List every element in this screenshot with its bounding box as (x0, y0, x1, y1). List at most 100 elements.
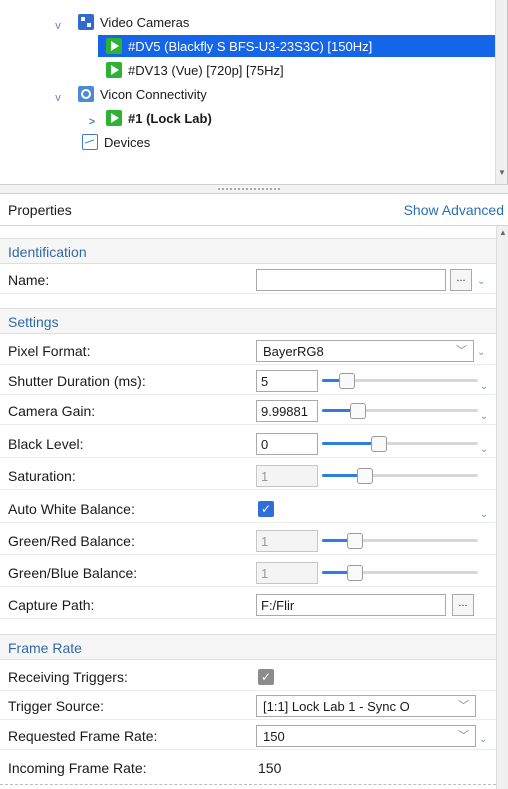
trigger-source-select[interactable]: [1:1] Lock Lab 1 - Sync O ﹀ (256, 695, 476, 717)
row-green-red-balance: Green/Red Balance: 1 (0, 527, 496, 555)
tree-scrollbar[interactable]: ▼ (495, 0, 507, 184)
receiving-triggers-checkbox: ✓ (258, 669, 274, 685)
connectivity-icon (78, 86, 94, 102)
slider-thumb[interactable] (339, 373, 355, 389)
camera-active-icon (106, 38, 122, 54)
section-title: Frame Rate (8, 640, 82, 656)
dropdown-arrow-icon: ﹀ (456, 697, 469, 713)
expand-chevron-icon[interactable]: v (52, 92, 64, 104)
video-cameras-icon (78, 14, 94, 30)
incoming-frame-rate-value: 150 (258, 760, 282, 776)
properties-header: Properties Show Advanced (0, 194, 508, 226)
row-auto-white-balance: Auto White Balance: ✓ ⌄ (0, 495, 496, 523)
slider-thumb[interactable] (371, 436, 387, 452)
reset-caret-icon[interactable]: ⌄ (480, 509, 488, 520)
section-settings[interactable]: Settings (0, 308, 496, 334)
row-requested-frame-rate: Requested Frame Rate: 150 ﹀ ⌄ (0, 722, 496, 750)
row-shutter-duration: Shutter Duration (ms): 5 ⌄ (0, 367, 496, 395)
green-red-balance-input: 1 (256, 530, 318, 552)
slider-thumb (347, 565, 363, 581)
row-green-blue-balance: Green/Blue Balance: 1 (0, 559, 496, 587)
select-value: [1:1] Lock Lab 1 - Sync O (263, 699, 410, 714)
scroll-down-arrow-icon[interactable]: ▼ (498, 168, 506, 177)
shutter-duration-input[interactable]: 5 (256, 370, 318, 392)
reset-caret-icon[interactable]: ⌄ (480, 381, 488, 392)
requested-frame-rate-select[interactable]: 150 ﹀ (256, 725, 476, 747)
splitter-grip[interactable] (218, 188, 280, 190)
capture-path-browse-button[interactable]: ... (452, 594, 474, 616)
scroll-up-arrow-icon[interactable]: ▲ (499, 228, 507, 237)
slider-thumb[interactable] (350, 403, 366, 419)
tree-item-label: Vicon Connectivity (100, 86, 207, 102)
section-title: Settings (8, 314, 59, 330)
field-label: Saturation: (8, 468, 76, 484)
field-label: Auto White Balance: (8, 501, 135, 517)
properties-title: Properties (8, 202, 72, 218)
show-advanced-link[interactable]: Show Advanced (404, 202, 504, 218)
green-blue-balance-slider (322, 565, 478, 581)
expand-chevron-icon[interactable]: > (86, 116, 98, 128)
name-input[interactable] (256, 269, 446, 291)
field-label: Shutter Duration (ms): (8, 373, 146, 389)
field-label: Receiving Triggers: (8, 669, 128, 685)
reset-caret-icon[interactable]: ⌄ (479, 734, 487, 745)
status-strip (0, 784, 496, 789)
reset-caret-icon[interactable]: ⌄ (477, 347, 485, 358)
green-red-balance-slider (322, 533, 478, 549)
tree-item-dv5-camera[interactable]: #DV5 (Blackfly S BFS-U3-23S3C) [150Hz] (98, 35, 496, 57)
saturation-input: 1 (256, 465, 318, 487)
section-identification[interactable]: Identification (0, 238, 496, 264)
name-browse-button[interactable]: ... (450, 269, 472, 291)
row-name: Name: ... ⌄ (0, 266, 496, 294)
reset-caret-icon[interactable]: ⌄ (480, 411, 488, 422)
black-level-slider[interactable] (322, 436, 478, 452)
field-label: Capture Path: (8, 597, 95, 613)
slider-thumb (357, 468, 373, 484)
tree-item-label: #DV5 (Blackfly S BFS-U3-23S3C) [150Hz] (128, 38, 373, 54)
section-title: Identification (8, 244, 87, 260)
expand-chevron-icon[interactable]: v (52, 20, 64, 32)
tree-item-dv13-camera[interactable]: #DV13 (Vue) [720p] [75Hz] (106, 59, 496, 81)
select-value: BayerRG8 (263, 344, 324, 359)
camera-gain-slider[interactable] (322, 403, 478, 419)
tree-item-label: #DV13 (Vue) [720p] [75Hz] (128, 62, 284, 78)
field-label: Camera Gain: (8, 403, 96, 419)
tree-item-video-cameras[interactable]: v Video Cameras (52, 11, 492, 33)
dropdown-arrow-icon: ﹀ (456, 345, 467, 357)
black-level-input[interactable]: 0 (256, 433, 318, 455)
select-value: 150 (263, 729, 285, 744)
pixel-format-select[interactable]: BayerRG8 ﹀ (256, 340, 474, 362)
property-grid-scrollbar[interactable]: ▲ (496, 226, 508, 789)
field-label: Black Level: (8, 436, 84, 452)
green-blue-balance-input: 1 (256, 562, 318, 584)
tree-item-label: Devices (104, 134, 151, 150)
tree-item-label: Video Cameras (100, 14, 190, 30)
row-trigger-source: Trigger Source: [1:1] Lock Lab 1 - Sync … (0, 692, 496, 720)
section-frame-rate[interactable]: Frame Rate (0, 634, 496, 660)
capture-path-input[interactable]: F:/Flir (256, 594, 446, 616)
field-label: Pixel Format: (8, 343, 91, 359)
row-incoming-frame-rate: Incoming Frame Rate: 150 (0, 754, 496, 782)
auto-white-balance-checkbox[interactable]: ✓ (258, 501, 274, 517)
field-label: Green/Red Balance: (8, 533, 135, 549)
tree-item-devices[interactable]: Devices (82, 131, 492, 153)
tree-item-label: #1 (Lock Lab) (128, 110, 212, 126)
hierarchy-tree: v Video Cameras #DV5 (Blackfly S BFS-U3-… (0, 0, 508, 184)
pane-splitter[interactable] (0, 184, 508, 194)
tree-item-vicon-connectivity[interactable]: v Vicon Connectivity (52, 83, 492, 105)
shutter-duration-slider[interactable] (322, 373, 478, 389)
field-label: Requested Frame Rate: (8, 728, 158, 744)
reset-caret-icon[interactable]: ⌄ (477, 276, 485, 287)
field-label: Green/Blue Balance: (8, 565, 138, 581)
camera-active-icon (106, 62, 122, 78)
row-black-level: Black Level: 0 ⌄ (0, 430, 496, 458)
row-pixel-format: Pixel Format: BayerRG8 ﹀ ⌄ (0, 337, 496, 365)
tree-item-lock-lab[interactable]: > #1 (Lock Lab) (86, 107, 492, 129)
dropdown-arrow-icon: ﹀ (458, 730, 469, 742)
reset-caret-icon[interactable]: ⌄ (480, 444, 488, 455)
row-camera-gain: Camera Gain: 9.99881 ⌄ (0, 397, 496, 425)
camera-gain-input[interactable]: 9.99881 (256, 400, 318, 422)
field-label: Incoming Frame Rate: (8, 760, 147, 776)
slider-thumb (347, 533, 363, 549)
devices-icon (82, 134, 98, 150)
